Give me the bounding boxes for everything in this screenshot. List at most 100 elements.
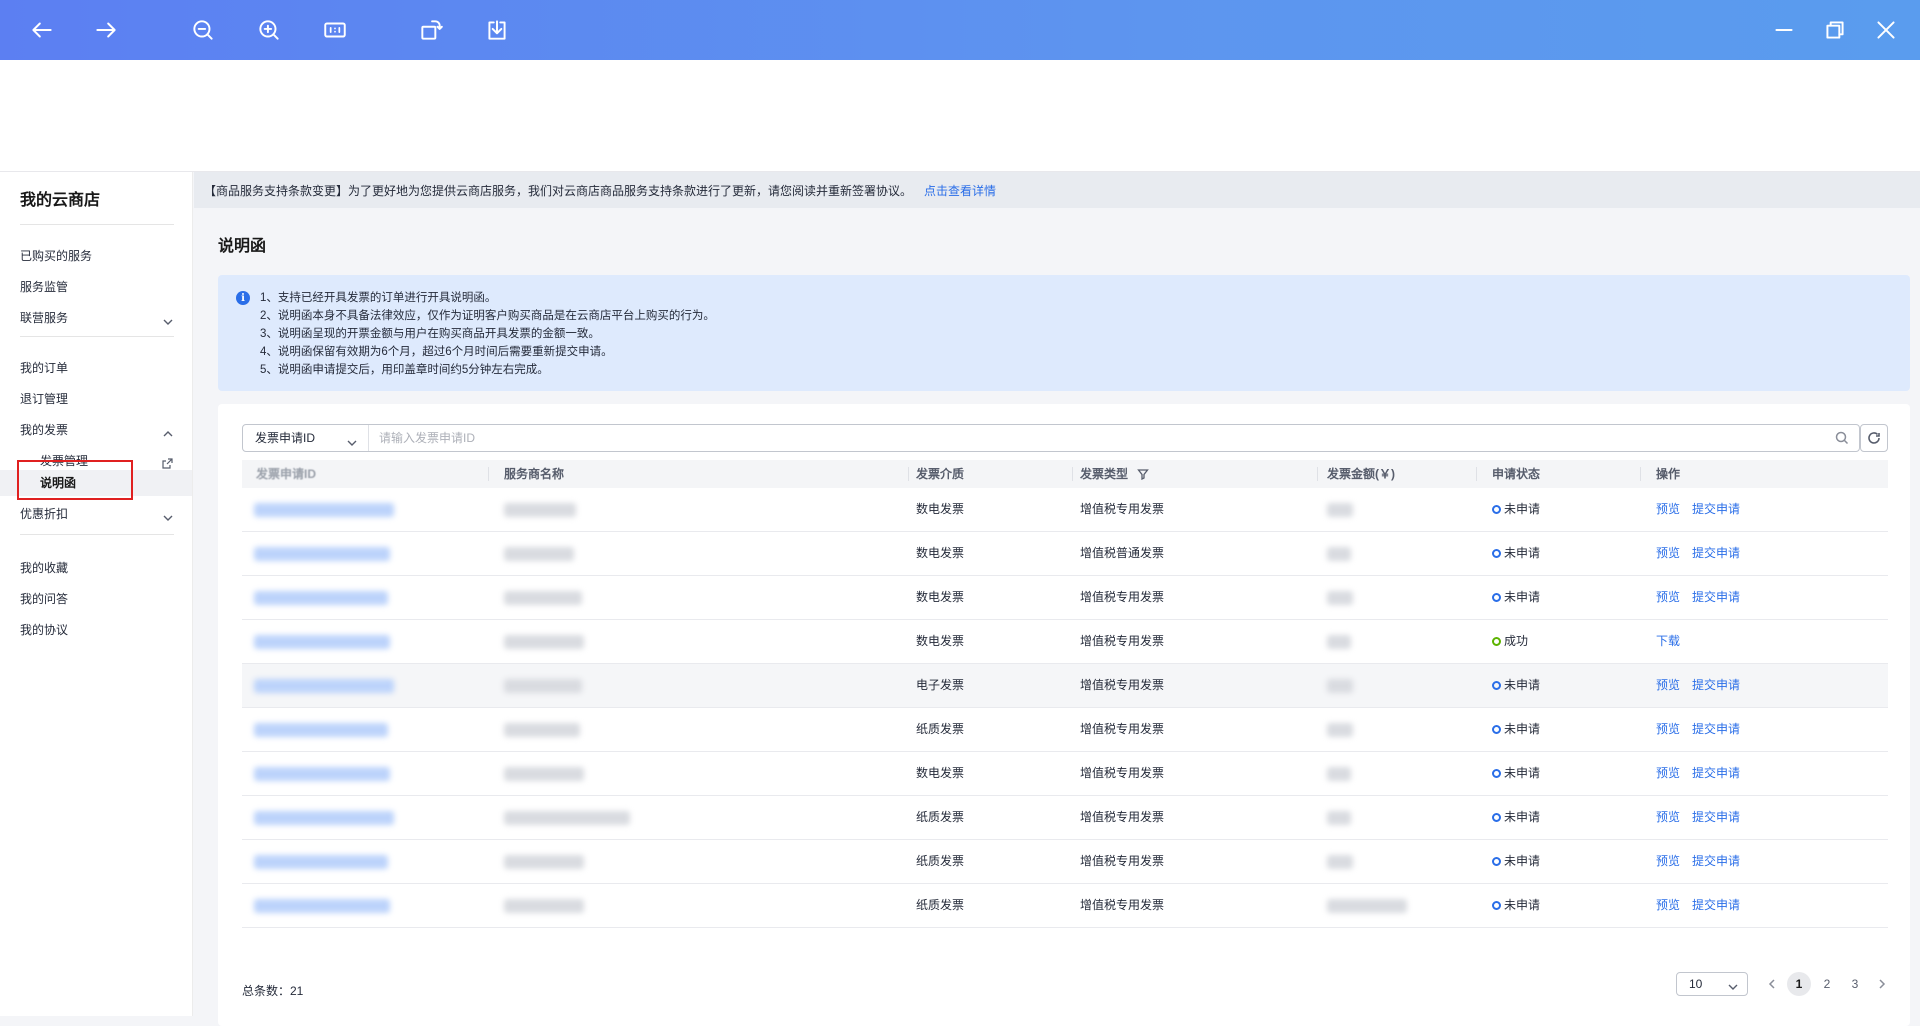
submit-request-link[interactable]: 提交申请: [1692, 546, 1740, 560]
invoice-id-link[interactable]: [254, 547, 390, 561]
header-type-label: 发票类型: [1080, 467, 1129, 481]
minimize-button[interactable]: [1764, 10, 1804, 50]
sidebar-item-qa[interactable]: 我的问答: [20, 587, 174, 611]
invoice-id-link[interactable]: [254, 811, 394, 825]
status-label: 未申请: [1504, 766, 1541, 780]
close-button[interactable]: [1866, 10, 1906, 50]
status-label: 未申请: [1504, 810, 1541, 824]
search-icon[interactable]: [1835, 431, 1849, 445]
page-size-select[interactable]: 10: [1676, 972, 1748, 996]
submit-request-link[interactable]: 提交申请: [1692, 678, 1740, 692]
invoice-id-link[interactable]: [254, 503, 394, 517]
preview-link[interactable]: 预览: [1656, 854, 1680, 868]
medium-cell: 纸质发票: [916, 722, 965, 736]
operations-cell: 预览 提交申请: [1656, 884, 1752, 927]
back-button[interactable]: [22, 10, 62, 50]
restore-icon: [1826, 21, 1844, 39]
sidebar-item-refund[interactable]: 退订管理: [20, 387, 174, 411]
sidebar-item-explain-letter[interactable]: 说明函: [40, 471, 174, 495]
submit-request-link[interactable]: 提交申请: [1692, 766, 1740, 780]
submit-request-link[interactable]: 提交申请: [1692, 854, 1740, 868]
submit-request-link[interactable]: 提交申请: [1692, 502, 1740, 516]
filter-icon[interactable]: [1137, 462, 1150, 481]
submit-request-link[interactable]: 提交申请: [1692, 898, 1740, 912]
restore-button[interactable]: [1815, 10, 1855, 50]
amount-cell: [1327, 547, 1351, 561]
preview-link[interactable]: 预览: [1656, 810, 1680, 824]
zoom-out-button[interactable]: [183, 10, 223, 50]
status-cell: 未申请: [1492, 488, 1540, 531]
type-cell: 增值税专用发票: [1080, 722, 1165, 736]
medium-cell: 数电发票: [916, 634, 965, 648]
preview-link[interactable]: 预览: [1656, 546, 1680, 560]
preview-link[interactable]: 预览: [1656, 898, 1680, 912]
type-cell: 增值税专用发票: [1080, 854, 1165, 868]
operations-cell: 预览 提交申请: [1656, 532, 1752, 575]
amount-cell: [1327, 723, 1353, 737]
chevron-up-icon: [162, 424, 174, 437]
chevron-down-icon: [162, 312, 174, 325]
sidebar-item-purchased[interactable]: 已购买的服务: [20, 244, 174, 268]
submit-request-link[interactable]: 提交申请: [1692, 722, 1740, 736]
info-box: i 1、支持已经开具发票的订单进行开具说明函。 2、说明函本身不具备法律效应，仅…: [218, 275, 1910, 391]
page-2[interactable]: 2: [1815, 972, 1839, 996]
amount-cell: [1327, 679, 1353, 693]
sidebar-item-invoice[interactable]: 我的发票: [20, 418, 174, 442]
medium-cell: 数电发票: [916, 502, 965, 516]
medium-cell: 纸质发票: [916, 854, 965, 868]
download-link[interactable]: 下载: [1656, 634, 1680, 648]
info-line: 1、支持已经开具发票的订单进行开具说明函。: [260, 292, 497, 304]
amount-cell: [1327, 591, 1353, 605]
refresh-button[interactable]: [1860, 424, 1888, 452]
sidebar-item-agreements[interactable]: 我的协议: [20, 618, 174, 642]
preview-link[interactable]: 预览: [1656, 722, 1680, 736]
header-operations: 操作: [1656, 467, 1681, 481]
next-page-button[interactable]: [1870, 972, 1894, 996]
table-row: 数电发票 增值税专用发票 未申请 预览 提交申请: [242, 752, 1888, 796]
preview-link[interactable]: 预览: [1656, 502, 1680, 516]
header-service-name: 服务商名称: [504, 467, 565, 481]
sidebar-item-orders[interactable]: 我的订单: [20, 356, 174, 380]
invoice-id-link[interactable]: [254, 767, 390, 781]
preview-link[interactable]: 预览: [1656, 678, 1680, 692]
search-input[interactable]: [379, 425, 1819, 451]
submit-request-link[interactable]: 提交申请: [1692, 590, 1740, 604]
header-type[interactable]: 发票类型: [1080, 460, 1150, 488]
page-1[interactable]: 1: [1787, 972, 1811, 996]
operations-cell: 下载: [1656, 620, 1692, 663]
submit-request-link[interactable]: 提交申请: [1692, 810, 1740, 824]
rotate-icon: [421, 20, 443, 40]
invoice-id-link[interactable]: [254, 635, 390, 649]
header-invoice-id: 发票申请ID: [256, 467, 317, 481]
page-3[interactable]: 3: [1843, 972, 1867, 996]
notice-link[interactable]: 点击查看详情: [924, 182, 996, 199]
search-field-select[interactable]: 发票申请ID: [243, 425, 369, 451]
sidebar-item-supervision[interactable]: 服务监管: [20, 275, 174, 299]
download-button[interactable]: [477, 10, 517, 50]
invoice-id-link[interactable]: [254, 899, 390, 913]
sidebar-item-favorites[interactable]: 我的收藏: [20, 556, 174, 580]
info-line: 2、说明函本身不具备法律效应，仅作为证明客户购买商品是在云商店平台上购买的行为。: [260, 310, 715, 322]
operations-cell: 预览 提交申请: [1656, 752, 1752, 795]
type-cell: 增值税专用发票: [1080, 634, 1165, 648]
prev-page-button[interactable]: [1760, 972, 1784, 996]
status-dot-icon: [1492, 901, 1501, 910]
amount-cell: [1327, 899, 1407, 913]
service-name-cell: [504, 855, 584, 869]
actual-size-button[interactable]: [315, 10, 355, 50]
invoice-id-link[interactable]: [254, 679, 394, 693]
preview-link[interactable]: 预览: [1656, 766, 1680, 780]
invoice-id-link[interactable]: [254, 855, 388, 869]
arrow-right-icon: [96, 22, 116, 38]
zoom-in-button[interactable]: [249, 10, 289, 50]
forward-button[interactable]: [86, 10, 126, 50]
operations-cell: 预览 提交申请: [1656, 708, 1752, 751]
invoice-id-link[interactable]: [254, 591, 388, 605]
sidebar-item-joint[interactable]: 联营服务: [20, 306, 174, 330]
sidebar-item-label: 发票管理: [40, 454, 89, 468]
invoice-id-link[interactable]: [254, 723, 388, 737]
sidebar-item-discount[interactable]: 优惠折扣: [20, 502, 174, 526]
amount-cell: [1327, 855, 1353, 869]
rotate-button[interactable]: [411, 10, 451, 50]
preview-link[interactable]: 预览: [1656, 590, 1680, 604]
